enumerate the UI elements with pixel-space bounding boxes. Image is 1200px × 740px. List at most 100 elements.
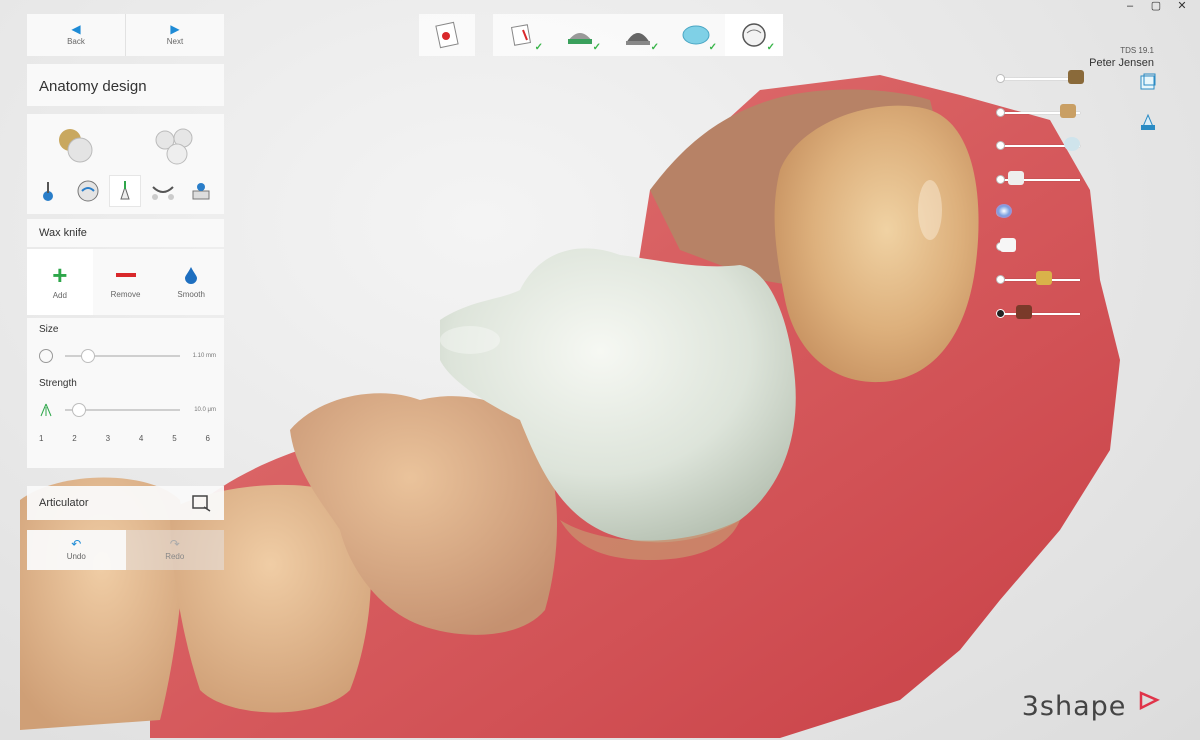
- multi-tooth-design-icon[interactable]: [151, 122, 199, 168]
- number-key[interactable]: 2: [72, 434, 76, 443]
- redo-icon: ↷: [169, 537, 180, 551]
- redo-label: Redo: [165, 552, 185, 561]
- size-value: 1.10 mm: [192, 353, 216, 359]
- workflow-steps: ✓ ✓ ✓ ✓ ✓: [493, 14, 783, 56]
- undo-button[interactable]: ↶ Undo: [27, 530, 126, 570]
- next-label: Next: [166, 37, 184, 46]
- workflow-step-insertion[interactable]: ✓: [609, 14, 667, 56]
- cement-gap-icon: [682, 25, 710, 45]
- check-icon: ✓: [650, 42, 659, 53]
- visibility-slider[interactable]: [996, 167, 1092, 201]
- anatomy-crown-icon: [742, 23, 766, 47]
- check-icon: ✓: [708, 42, 717, 53]
- brand-logo: 3shape: [1022, 691, 1160, 722]
- connector-tool-icon[interactable]: [148, 176, 178, 206]
- smooth-label: Smooth: [177, 289, 205, 299]
- workflow-step-prepare[interactable]: ✓: [493, 14, 551, 56]
- logo-text: 3shape: [1021, 691, 1127, 722]
- prepare-icon: [510, 24, 532, 46]
- visibility-slider[interactable]: [996, 133, 1092, 167]
- user-info: TDS 19.1 Peter Jensen: [1089, 44, 1154, 70]
- strength-slider-handle[interactable]: [71, 403, 86, 417]
- visibility-slider[interactable]: [996, 100, 1092, 134]
- maximize-button[interactable]: ▢: [1150, 0, 1162, 12]
- plus-icon: +: [52, 259, 68, 290]
- prep-icon: [1060, 103, 1076, 118]
- version-label: TDS 19.1: [1120, 46, 1154, 55]
- sculpt-tooth-icon[interactable]: [73, 176, 103, 206]
- close-button[interactable]: ✕: [1176, 0, 1188, 12]
- window-controls: – ▢ ✕: [1124, 0, 1188, 12]
- add-mode-button[interactable]: + Add: [27, 249, 93, 315]
- articulator-icon[interactable]: [190, 493, 212, 513]
- smooth-tool-icon[interactable]: [186, 176, 216, 206]
- visibility-sliders: [996, 66, 1092, 334]
- user-name: Peter Jensen: [1089, 57, 1154, 69]
- insertion-direction-icon: [626, 33, 650, 45]
- articulator-row[interactable]: Articulator: [27, 486, 224, 520]
- margin-layer-icon: [1008, 170, 1024, 185]
- single-tooth-design-icon[interactable]: [52, 122, 100, 168]
- strength-slider[interactable]: [65, 403, 180, 417]
- wax-mode-selector: + Add Remove Smooth: [27, 249, 224, 315]
- order-form-step[interactable]: [419, 14, 475, 56]
- articulator-label: Articulator: [39, 497, 89, 509]
- check-icon: ✓: [592, 42, 601, 53]
- nav-bar: ◀ Back ▶ Next: [27, 14, 224, 56]
- visibility-slider[interactable]: [996, 301, 1092, 335]
- check-icon: ✓: [766, 42, 775, 53]
- number-key[interactable]: 1: [39, 434, 43, 443]
- redo-button[interactable]: ↷ Redo: [125, 530, 224, 570]
- tooth-layer-icon: [1000, 237, 1016, 252]
- crown-layer-icon: [1064, 137, 1080, 151]
- strength-icon: [40, 403, 52, 417]
- back-button[interactable]: ◀ Back: [27, 14, 125, 56]
- workflow-step-margin[interactable]: ✓: [551, 14, 609, 56]
- check-icon: ✓: [534, 42, 543, 53]
- visibility-slider[interactable]: [996, 267, 1092, 301]
- strength-label: Strength: [39, 378, 77, 389]
- tool-section-header: Wax knife: [27, 219, 224, 247]
- number-key[interactable]: 3: [106, 434, 110, 443]
- visibility-slider[interactable]: [996, 66, 1092, 100]
- arrow-left-icon: ◀: [71, 22, 81, 36]
- size-slider[interactable]: [65, 349, 180, 363]
- workflow-step-anatomy[interactable]: ✓: [725, 14, 783, 56]
- wax-knife-icon[interactable]: [110, 176, 141, 206]
- number-keys: 1 2 3 4 5 6: [27, 426, 224, 443]
- undo-icon: ↶: [71, 537, 82, 551]
- workflow-step-cement-gap[interactable]: ✓: [667, 14, 725, 56]
- size-slider-handle[interactable]: [81, 349, 95, 363]
- remove-mode-button[interactable]: Remove: [93, 249, 159, 315]
- size-label: Size: [39, 324, 59, 335]
- remove-label: Remove: [110, 290, 141, 299]
- undo-label: Undo: [66, 552, 86, 561]
- minus-icon: [115, 273, 136, 277]
- number-key[interactable]: 6: [205, 434, 209, 443]
- add-label: Add: [52, 290, 67, 300]
- die-icon: [1068, 70, 1084, 84]
- panel-title: Anatomy design: [27, 64, 224, 106]
- number-key[interactable]: 5: [172, 434, 176, 443]
- color-map-icon: [996, 204, 1012, 218]
- size-icon: [39, 349, 53, 363]
- arrow-right-icon: ▶: [170, 22, 180, 36]
- order-form-icon: [435, 21, 459, 49]
- logo-triangle-icon: [1139, 691, 1160, 711]
- number-key[interactable]: 4: [139, 434, 143, 443]
- next-button[interactable]: ▶ Next: [125, 14, 224, 56]
- morph-tool-icon[interactable]: [35, 176, 65, 206]
- visibility-slider[interactable]: [996, 234, 1092, 268]
- brush-settings: Size 1.10 mm Strength 10.0 μm 1 2 3 4 5 …: [27, 318, 224, 468]
- visibility-slider[interactable]: [996, 200, 1092, 234]
- antagonist-icon: [1036, 271, 1052, 285]
- view-cube-icon[interactable]: [1138, 72, 1158, 92]
- snapshot-icon[interactable]: [1138, 112, 1158, 132]
- strength-value: 10.0 μm: [194, 407, 216, 413]
- gingiva-icon: [1016, 304, 1032, 319]
- undo-redo-bar: ↶ Undo ↷ Redo: [27, 530, 224, 570]
- tool-palette: [27, 114, 224, 214]
- drop-icon: [185, 266, 198, 284]
- smooth-mode-button[interactable]: Smooth: [158, 249, 224, 315]
- minimize-button[interactable]: –: [1124, 0, 1136, 12]
